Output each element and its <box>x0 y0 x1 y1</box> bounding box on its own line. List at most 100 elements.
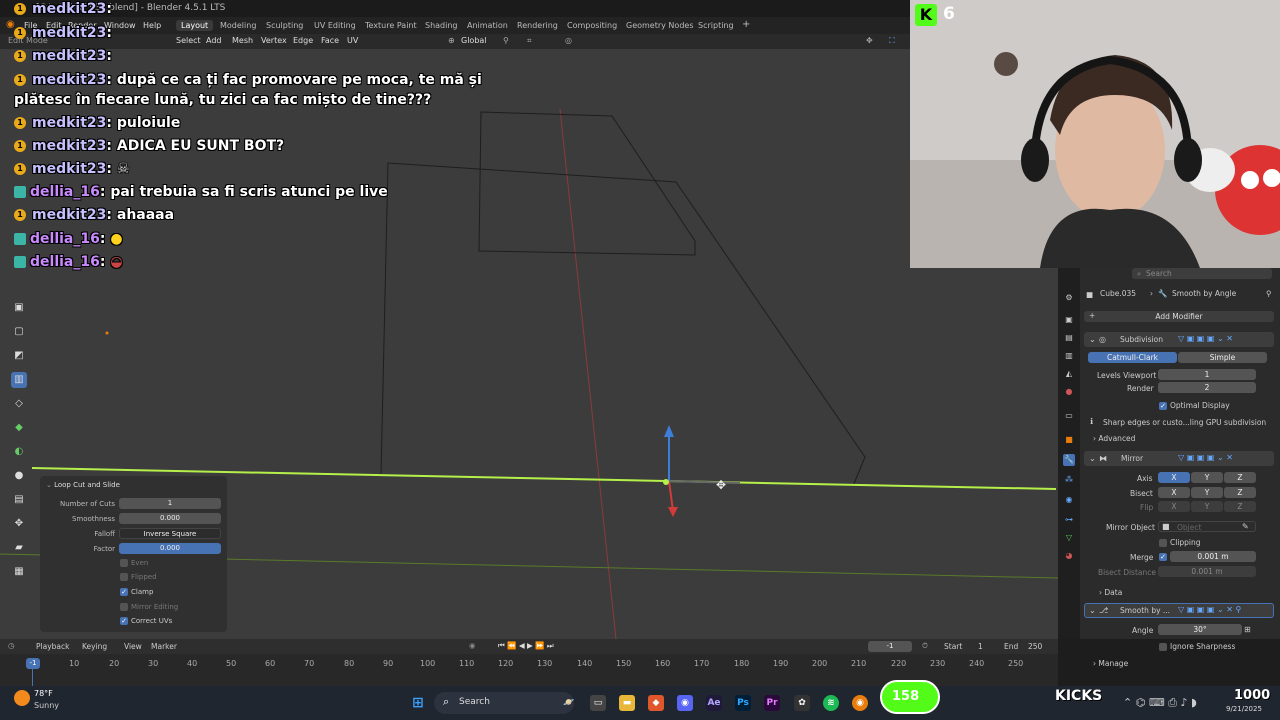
workspace-tab-shading[interactable]: Shading <box>420 20 463 31</box>
playback-controls-icon[interactable]: ⏮ ⏪ ◀ ▶ ⏩ ⏭ <box>498 641 554 651</box>
workspace-tab-uv-editing[interactable]: UV Editing <box>309 20 361 31</box>
timeline-menu-marker[interactable]: Marker <box>151 642 177 651</box>
smooth-by-angle-name[interactable]: Smooth by ... <box>1120 606 1170 615</box>
mirror-name[interactable]: Mirror <box>1121 454 1143 463</box>
rip-icon[interactable]: ▦ <box>11 564 27 580</box>
correct-uvs-checkbox[interactable]: ✓ <box>120 617 128 625</box>
premiere-icon[interactable]: Pr <box>764 695 780 711</box>
blender-taskbar-icon[interactable]: ◉ <box>852 695 868 711</box>
loop-cut-icon[interactable]: ▥ <box>11 372 27 388</box>
shrink-icon[interactable]: ✥ <box>11 516 27 532</box>
smoothness-field[interactable]: 0.000 <box>119 513 221 524</box>
add-modifier-button[interactable]: Add Modifier <box>1084 311 1274 322</box>
constraints-tab-icon[interactable]: ⊶ <box>1063 514 1075 526</box>
editor-type-icon[interactable]: ◷ <box>8 641 15 650</box>
scene-tab-icon[interactable]: ◭ <box>1063 368 1075 380</box>
falloff-dropdown[interactable]: Inverse Square <box>119 528 221 539</box>
properties-search[interactable]: Search <box>1132 268 1272 279</box>
data-tab-icon[interactable]: ▽ <box>1063 532 1075 544</box>
physics-tab-icon[interactable]: ◉ <box>1063 494 1075 506</box>
discord-icon[interactable]: ◉ <box>677 695 693 711</box>
collapse-chevron-icon[interactable]: ⌄ <box>1089 335 1096 344</box>
poly-build-icon[interactable]: ◆ <box>11 420 27 436</box>
auto-key-icon[interactable]: ◉ <box>469 641 476 650</box>
angle-field[interactable]: 30° <box>1158 624 1242 635</box>
flip-y-toggle[interactable]: Y <box>1191 501 1223 512</box>
workspace-tab-compositing[interactable]: Compositing <box>562 20 622 31</box>
timeline-menu-view[interactable]: View <box>124 642 142 651</box>
bisect-distance-field[interactable]: 0.001 m <box>1158 566 1256 577</box>
factor-field[interactable]: 0.000 <box>119 543 221 554</box>
clamp-checkbox[interactable]: ✓ <box>120 588 128 596</box>
photoshop-icon[interactable]: Ps <box>735 695 751 711</box>
davinci-icon[interactable]: ✿ <box>794 695 810 711</box>
workspace-tab-layout[interactable]: Layout <box>176 20 214 31</box>
taskbar-search-box[interactable]: ⌕ Search <box>434 692 574 714</box>
optimal-display-checkbox[interactable]: ✓ <box>1159 402 1167 410</box>
view-layer-tab-icon[interactable]: ▥ <box>1063 350 1075 362</box>
end-frame-value[interactable]: 250 <box>1028 642 1042 651</box>
modifier-visibility-icons[interactable]: ▽ ▣ ▣ ▣ ⌄ ✕ <box>1178 453 1233 462</box>
start-frame-value[interactable]: 1 <box>978 642 983 651</box>
current-frame-field[interactable]: -1 <box>868 641 912 652</box>
flip-z-toggle[interactable]: Z <box>1224 501 1256 512</box>
edge-slide-icon[interactable]: ▤ <box>11 492 27 508</box>
pivot-icon[interactable]: ⚲ <box>503 36 509 45</box>
transform-orientation-dropdown[interactable]: Global <box>461 36 487 45</box>
tool-tab-icon[interactable]: ⚙ <box>1063 292 1075 304</box>
clipping-checkbox[interactable] <box>1159 539 1167 547</box>
windows-start-icon[interactable]: ⊞ <box>410 695 426 711</box>
modifier-visibility-icons[interactable]: ▽ ▣ ▣ ▣ ⌄ ✕ <box>1178 334 1233 343</box>
after-effects-icon[interactable]: Ae <box>706 695 722 711</box>
knife-icon[interactable]: ◇ <box>11 396 27 412</box>
axis-y-toggle[interactable]: Y <box>1191 472 1223 483</box>
task-view-icon[interactable]: ▭ <box>590 695 606 711</box>
object-tab-icon[interactable]: ■ <box>1063 434 1075 446</box>
menu-help[interactable]: Help <box>143 21 161 30</box>
material-tab-icon[interactable]: ◕ <box>1063 550 1075 562</box>
smooth-icon[interactable]: ● <box>11 468 27 484</box>
pin-icon[interactable]: ⚲ <box>1266 289 1272 298</box>
weather-temperature[interactable]: 78°F <box>34 689 53 698</box>
weather-description[interactable]: Sunny <box>34 701 59 710</box>
gizmo-toggle-icon[interactable]: ✥ <box>866 36 873 45</box>
spotify-icon[interactable]: ≋ <box>823 695 839 711</box>
saturn-icon[interactable]: 🪐 <box>561 695 577 711</box>
axis-x-toggle[interactable]: X <box>1158 472 1190 483</box>
merge-checkbox[interactable]: ✓ <box>1159 553 1167 561</box>
workspace-tab-geometry-nodes[interactable]: Geometry Nodes <box>621 20 698 31</box>
taskbar-date[interactable]: 9/21/2025 <box>1226 705 1262 713</box>
workspace-tab-modeling[interactable]: Modeling <box>215 20 261 31</box>
workspace-tab-animation[interactable]: Animation <box>462 20 513 31</box>
number-of-cuts-field[interactable]: 1 <box>119 498 221 509</box>
simple-toggle[interactable]: Simple <box>1178 352 1267 363</box>
data-panel-toggle[interactable]: › Data <box>1099 588 1122 597</box>
workspace-tab-texture-paint[interactable]: Texture Paint <box>360 20 422 31</box>
timeline-menu-keying[interactable]: Keying <box>82 642 107 651</box>
header-menu-face[interactable]: Face <box>321 36 339 45</box>
bisect-z-toggle[interactable]: Z <box>1224 487 1256 498</box>
output-tab-icon[interactable]: ▤ <box>1063 332 1075 344</box>
workspace-tab-sculpting[interactable]: Sculpting <box>261 20 308 31</box>
render-levels-field[interactable]: 2 <box>1158 382 1256 393</box>
axis-z-toggle[interactable]: Z <box>1224 472 1256 483</box>
file-explorer-icon[interactable]: ▬ <box>619 695 635 711</box>
playhead[interactable]: -1 <box>26 658 40 669</box>
particles-tab-icon[interactable]: ⁂ <box>1063 474 1075 486</box>
extrude-icon[interactable]: ▣ <box>11 300 27 316</box>
timeline-menu-playback[interactable]: Playback <box>36 642 69 651</box>
flipped-checkbox[interactable] <box>120 573 128 581</box>
spin-icon[interactable]: ◐ <box>11 444 27 460</box>
shear-icon[interactable]: ▰ <box>11 540 27 556</box>
eyedropper-icon[interactable]: ✎ <box>1242 522 1249 531</box>
collapse-chevron-icon[interactable]: ⌄ <box>1089 606 1096 615</box>
advanced-panel-toggle[interactable]: › Advanced <box>1093 434 1135 443</box>
header-menu-select[interactable]: Select <box>176 36 201 45</box>
mirror-editing-checkbox[interactable] <box>120 603 128 611</box>
workspace-tab-scripting[interactable]: Scripting <box>693 20 739 31</box>
world-tab-icon[interactable]: ● <box>1063 386 1075 398</box>
tray-icons[interactable]: ⌃ ⌬ ⌨ ⎙ ♪ ◗ <box>1123 696 1197 710</box>
manage-panel-toggle[interactable]: › Manage <box>1093 659 1128 668</box>
header-menu-vertex[interactable]: Vertex <box>261 36 287 45</box>
levels-viewport-field[interactable]: 1 <box>1158 369 1256 380</box>
